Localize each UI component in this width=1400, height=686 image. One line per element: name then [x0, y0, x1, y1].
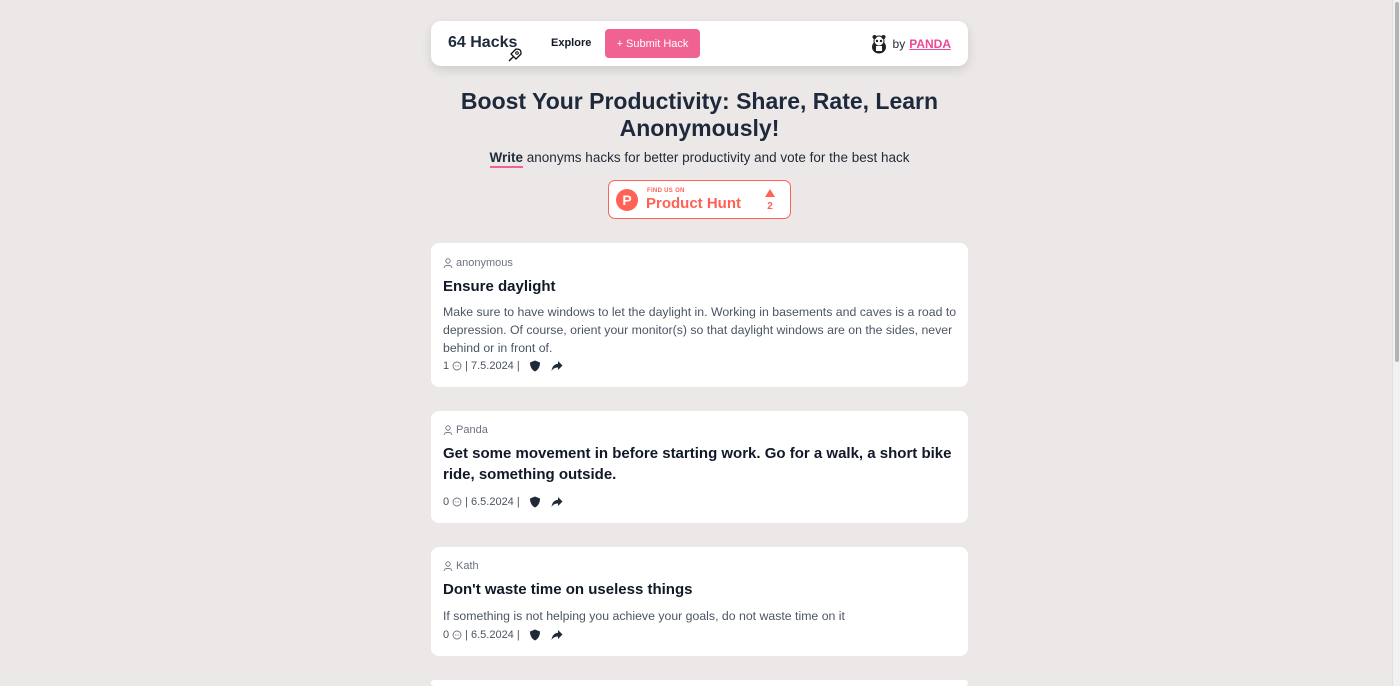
product-hunt-logo-icon: P	[616, 189, 638, 211]
submit-hack-button[interactable]: + Submit Hack	[605, 29, 700, 58]
hack-meta: 1 | 7.5.2024 |	[443, 360, 563, 372]
write-link[interactable]: Write	[489, 150, 524, 168]
hack-title[interactable]: Get some movement in before starting wor…	[443, 443, 958, 485]
share-icon[interactable]	[551, 629, 563, 641]
hack-card[interactable]	[431, 680, 968, 686]
hack-title[interactable]: Ensure daylight	[443, 276, 958, 297]
meta-separator: |	[465, 629, 468, 641]
comment-count: 1	[443, 360, 450, 372]
user-icon	[443, 561, 453, 571]
page-subtitle: Write anonyms hacks for better productiv…	[431, 150, 968, 168]
share-icon[interactable]	[551, 496, 563, 508]
chat-icon[interactable]	[452, 630, 462, 640]
meta-separator: |	[516, 629, 520, 641]
hack-author: Panda	[443, 424, 488, 436]
upvote-arrow-icon	[765, 189, 775, 197]
hack-card[interactable]: anonymous Ensure daylight Make sure to h…	[431, 243, 968, 387]
hack-date: 7.5.2024	[470, 360, 514, 372]
author-credit: by PANDA	[870, 34, 951, 54]
user-icon	[443, 425, 453, 435]
hack-author: anonymous	[443, 257, 513, 269]
product-hunt-badge[interactable]: P FIND US ON Product Hunt 2	[608, 180, 791, 219]
author-link[interactable]: PANDA	[909, 37, 951, 51]
hack-card[interactable]: Panda Get some movement in before starti…	[431, 411, 968, 523]
hack-date: 6.5.2024	[470, 496, 514, 508]
hack-author-name: anonymous	[456, 257, 513, 269]
comment-count: 0	[443, 496, 450, 508]
hack-body: If something is not helping you achieve …	[443, 609, 845, 623]
shield-icon[interactable]	[529, 629, 541, 641]
navbar: 64 Hacks Explore + Submit Hack by PANDA	[431, 21, 968, 66]
chat-icon[interactable]	[452, 361, 462, 371]
meta-separator: |	[516, 496, 520, 508]
product-hunt-find-text: FIND US ON	[647, 188, 685, 194]
shield-icon[interactable]	[529, 496, 541, 508]
page-scrollbar[interactable]	[1392, 0, 1400, 686]
hack-meta: 0 | 6.5.2024 |	[443, 496, 563, 508]
hack-meta: 0 | 6.5.2024 |	[443, 629, 563, 641]
hack-author-name: Panda	[456, 424, 488, 436]
share-icon[interactable]	[551, 360, 563, 372]
meta-separator: |	[465, 496, 468, 508]
product-hunt-name: Product Hunt	[646, 195, 741, 212]
hack-card[interactable]: Kath Don't waste time on useless things …	[431, 547, 968, 656]
shield-icon[interactable]	[529, 360, 541, 372]
user-icon	[443, 258, 453, 268]
rocket-icon	[508, 48, 522, 62]
subtitle-text: anonyms hacks for better productivity an…	[523, 150, 910, 165]
hack-body: Make sure to have windows to let the day…	[443, 305, 957, 355]
nav-explore-link[interactable]: Explore	[551, 37, 591, 49]
panda-icon	[871, 35, 886, 54]
comment-count: 0	[443, 629, 450, 641]
scrollbar-thumb[interactable]	[1395, 2, 1399, 362]
hack-author-name: Kath	[456, 560, 479, 572]
hack-author: Kath	[443, 560, 479, 572]
hack-title[interactable]: Don't waste time on useless things	[443, 579, 958, 600]
hack-date: 6.5.2024	[470, 629, 514, 641]
upvote-count: 2	[767, 201, 773, 212]
by-label: by	[892, 37, 906, 51]
chat-icon[interactable]	[452, 497, 462, 507]
meta-separator: |	[516, 360, 520, 372]
meta-separator: |	[465, 360, 468, 372]
page-title: Boost Your Productivity: Share, Rate, Le…	[460, 88, 939, 141]
